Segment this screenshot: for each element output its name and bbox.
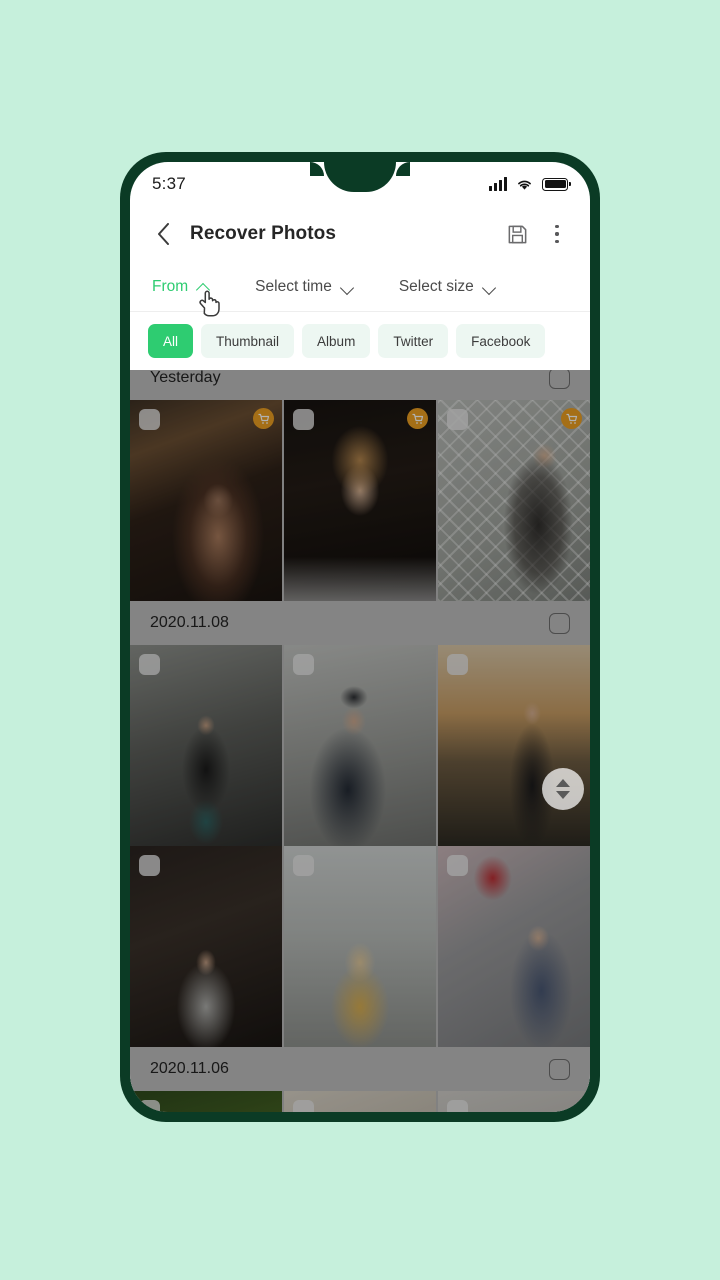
photo-subject [284,846,436,1047]
filter-row: From Select time Select size [130,262,590,317]
photo-grid-area[interactable]: Yesterday 2020.11.08 2020.11.06 [130,370,590,1112]
photo-checkbox[interactable] [293,1100,314,1112]
date-header: 2020.11.08 [130,601,590,645]
photo-tile[interactable] [284,400,436,601]
chip-thumbnail[interactable]: Thumbnail [201,324,295,358]
chip-album[interactable]: Album [302,324,371,358]
status-time: 5:37 [152,174,186,193]
photo-tile[interactable] [438,400,590,601]
photo-subject [438,846,590,1047]
date-label: 2020.11.06 [150,1060,229,1077]
chevron-up-icon [197,282,211,291]
photo-subject [130,846,282,1047]
date-header: 2020.11.06 [130,1047,590,1091]
chip-all[interactable]: All [148,324,194,358]
filter-select-size[interactable]: Select size [399,278,497,296]
date-label: 2020.11.08 [150,614,229,631]
wifi-icon [518,180,531,190]
photo-checkbox[interactable] [293,855,314,876]
photo-checkbox[interactable] [139,409,160,430]
battery-icon [542,177,571,191]
filter-select-time[interactable]: Select time [255,278,355,296]
photo-tile[interactable] [284,645,436,846]
photo-checkbox[interactable] [139,654,160,675]
date-label: Yesterday [150,370,221,386]
photo-tile[interactable] [438,645,590,846]
phone-frame: 5:37 Recover Photos From Select time Sel… [120,152,600,1122]
back-chevron-icon[interactable] [150,221,176,247]
photo-subject [130,400,282,601]
group-select-checkbox[interactable] [549,370,570,389]
photo-checkbox[interactable] [293,409,314,430]
group-select-checkbox[interactable] [549,1058,570,1080]
chip-facebook[interactable]: Facebook [456,324,546,358]
photo-tile[interactable] [438,1091,590,1112]
photo-checkbox[interactable] [447,654,468,675]
photo-subject [284,645,436,846]
photo-checkbox[interactable] [139,855,160,876]
date-header: Yesterday [130,370,590,400]
kebab-menu-icon[interactable] [544,221,570,247]
photo-tile[interactable] [130,645,282,846]
chevron-down-icon [341,282,355,291]
photo-subject [130,645,282,846]
signal-icon [489,177,507,191]
cart-badge-icon[interactable] [407,408,428,429]
photo-subject [438,645,590,846]
photo-checkbox[interactable] [447,1100,468,1112]
photo-tile[interactable] [284,846,436,1047]
cart-badge-icon[interactable] [253,408,274,429]
photo-checkbox[interactable] [447,855,468,876]
group-select-checkbox[interactable] [549,612,570,634]
page-title: Recover Photos [190,223,337,244]
phone-screen: 5:37 Recover Photos From Select time Sel… [130,162,590,1112]
photo-subject [284,400,436,601]
photo-tile[interactable] [284,1091,436,1112]
triangle-down-icon [556,791,570,799]
filter-select-size-label: Select size [398,277,474,295]
filter-from[interactable]: From [152,278,211,296]
floppy-save-icon[interactable] [504,221,530,247]
status-icons [489,177,571,191]
chevron-down-icon [483,282,497,291]
source-chips: All Thumbnail Album Twitter Facebook [130,312,590,370]
photo-tile[interactable] [130,846,282,1047]
photo-scroll-container[interactable]: Yesterday 2020.11.08 2020.11.06 [130,370,590,1112]
photo-checkbox[interactable] [139,1100,160,1112]
triangle-up-icon [556,779,570,787]
photo-subject [438,400,590,601]
photo-row [130,846,590,1047]
app-bar: Recover Photos [130,206,590,262]
scroll-thumb[interactable] [542,768,584,810]
photo-tile[interactable] [130,400,282,601]
photo-row [130,1091,590,1112]
chip-twitter[interactable]: Twitter [378,324,449,358]
filter-from-label: From [152,277,189,295]
photo-checkbox[interactable] [293,654,314,675]
photo-row [130,400,590,601]
filter-select-time-label: Select time [255,277,332,295]
photo-tile[interactable] [438,846,590,1047]
cart-badge-icon[interactable] [561,408,582,429]
photo-checkbox[interactable] [447,409,468,430]
photo-tile[interactable] [130,1091,282,1112]
photo-row [130,645,590,846]
